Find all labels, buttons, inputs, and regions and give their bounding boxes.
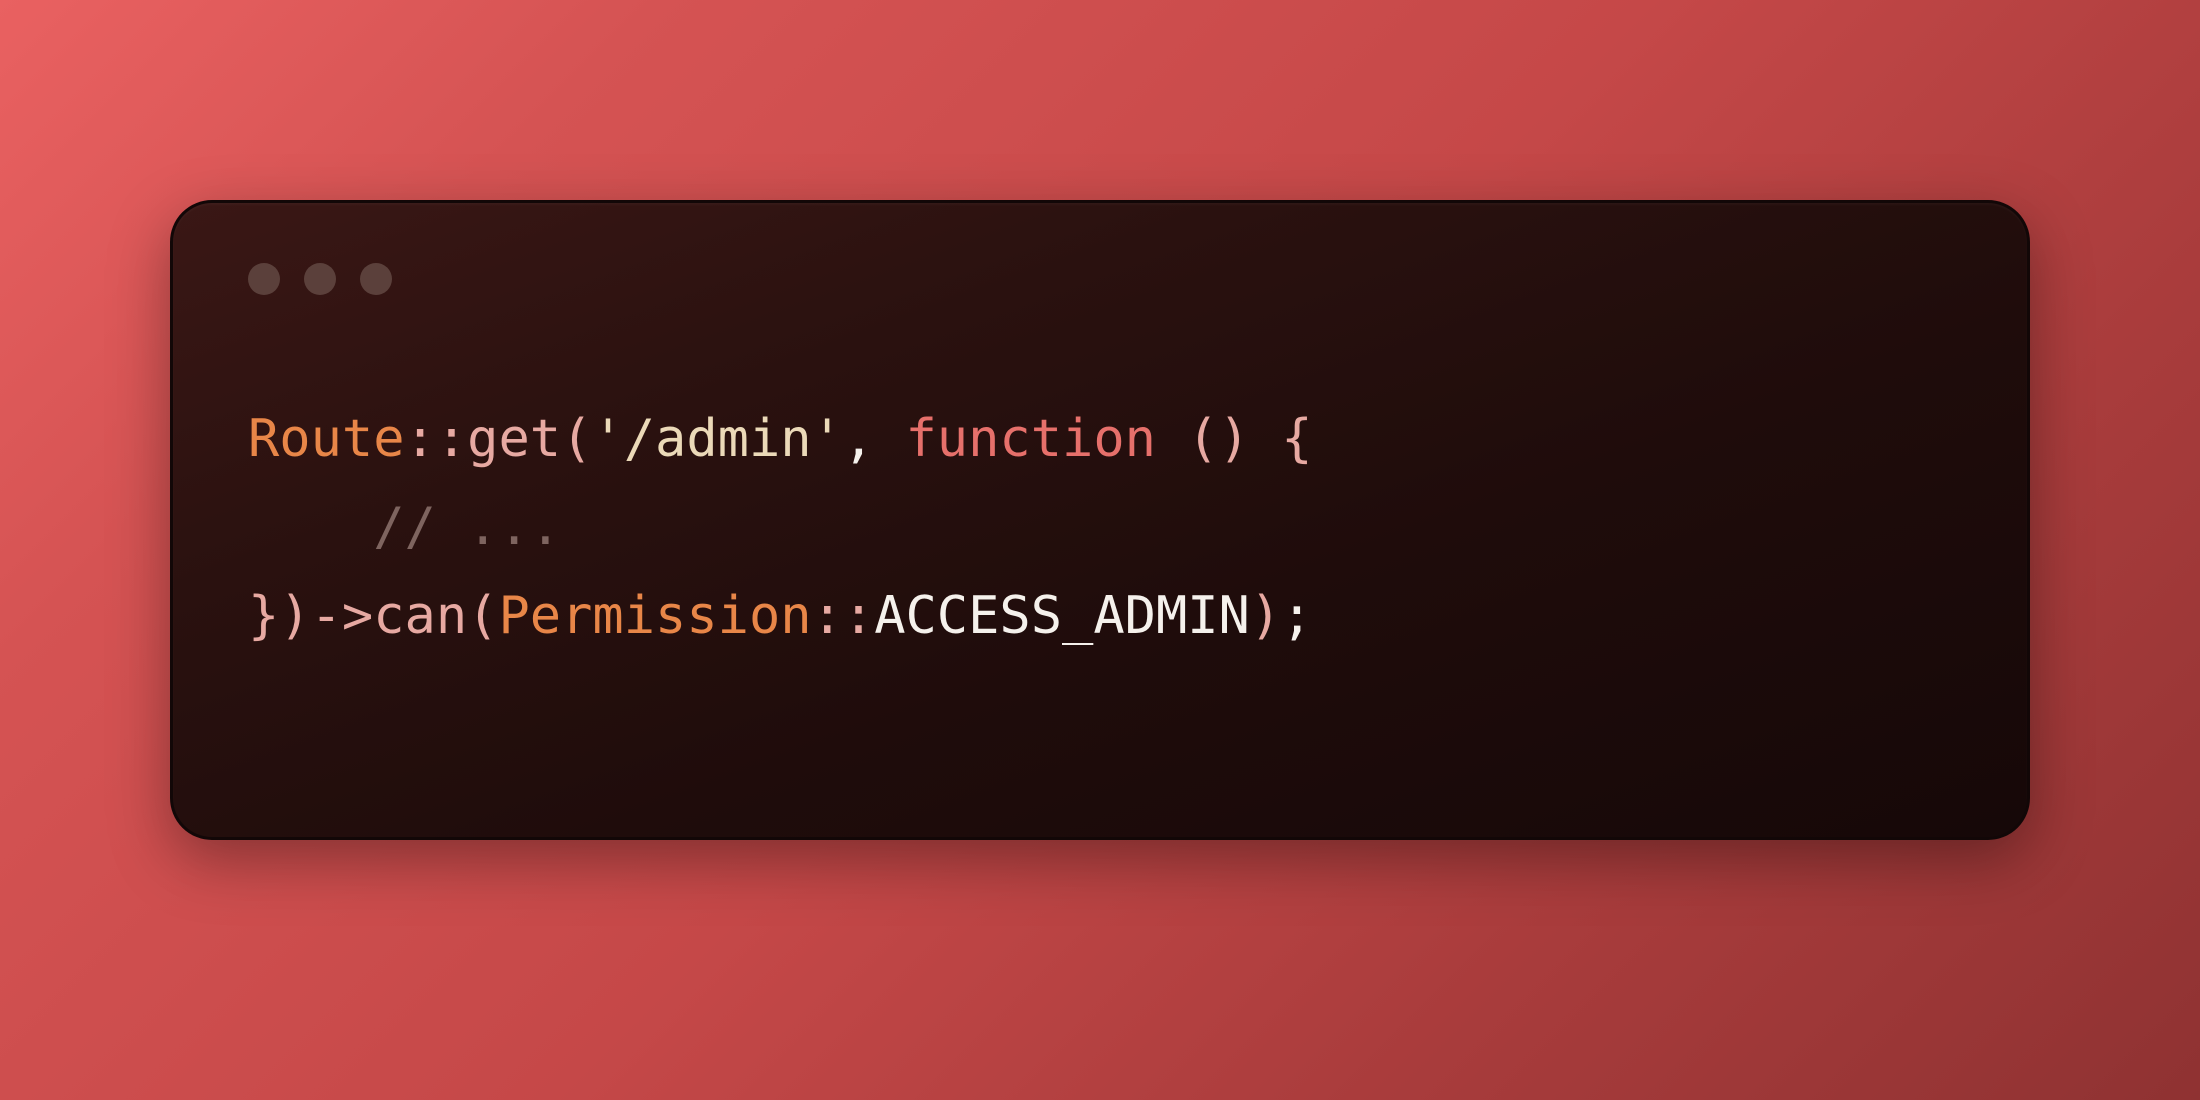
code-token-punc: ,: [843, 409, 906, 469]
code-token-operator: ->: [311, 586, 374, 646]
traffic-light-minimize-icon: [304, 263, 336, 295]
code-token-punc: ;: [1281, 586, 1312, 646]
code-token-paren: }: [248, 586, 279, 646]
code-token-keyword: function: [905, 409, 1155, 469]
window-traffic-lights: [248, 263, 1952, 295]
code-token-paren: {: [1281, 409, 1312, 469]
code-indent: [248, 497, 373, 557]
traffic-light-close-icon: [248, 263, 280, 295]
code-token-paren: (: [467, 586, 498, 646]
code-token-constant: ACCESS_ADMIN: [874, 586, 1250, 646]
code-window: Route::get('/admin', function () { // ..…: [170, 200, 2030, 840]
code-token-comment: // ...: [373, 497, 561, 557]
code-token-paren: (: [561, 409, 592, 469]
code-block: Route::get('/admin', function () { // ..…: [248, 395, 1952, 660]
code-token-plain: [1250, 409, 1281, 469]
code-token-method: get: [467, 409, 561, 469]
code-token-paren: (): [1187, 409, 1250, 469]
code-token-operator: ::: [405, 409, 468, 469]
code-token-class: Permission: [498, 586, 811, 646]
code-token-paren: ): [1250, 586, 1281, 646]
code-token-plain: [1156, 409, 1187, 469]
code-token-class: Route: [248, 409, 405, 469]
code-token-method: can: [373, 586, 467, 646]
traffic-light-zoom-icon: [360, 263, 392, 295]
code-token-string: '/admin': [592, 409, 842, 469]
code-token-operator: ::: [812, 586, 875, 646]
code-token-paren: ): [279, 586, 310, 646]
